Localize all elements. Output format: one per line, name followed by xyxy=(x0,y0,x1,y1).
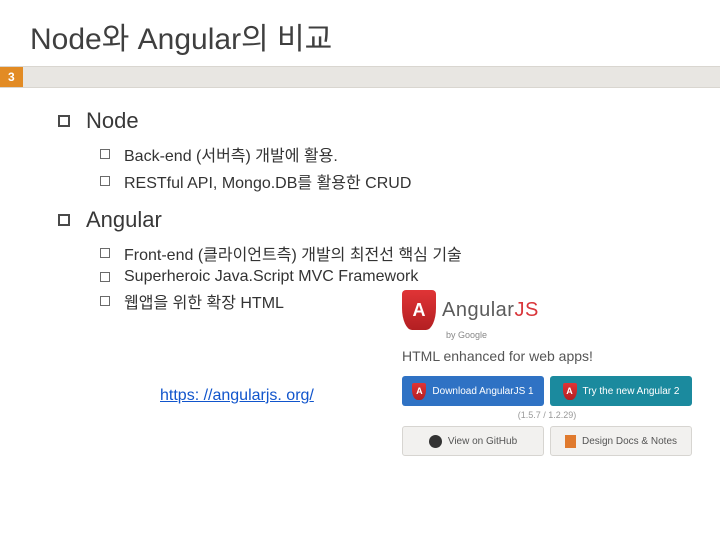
square-bullet-icon xyxy=(58,115,70,127)
promo-header: A AngularJS xyxy=(402,290,692,330)
view-on-github-button[interactable]: View on GitHub xyxy=(402,426,544,456)
tagline-text: HTML enhanced for web apps! xyxy=(402,348,692,364)
try-angular2-button[interactable]: A Try the new Angular 2 xyxy=(550,376,692,406)
angularjs-link[interactable]: https: //angularjs. org/ xyxy=(160,387,314,405)
section-heading-row: Node xyxy=(40,108,720,134)
download-version-text: (1.5.7 / 1.2.29) xyxy=(402,410,692,420)
download-angularjs1-button[interactable]: A Download AngularJS 1 xyxy=(402,376,544,406)
button-label: Design Docs & Notes xyxy=(582,436,677,447)
brand-suffix: JS xyxy=(514,299,538,321)
small-square-bullet-icon xyxy=(100,296,110,306)
document-icon xyxy=(565,435,576,448)
primary-button-row: A Download AngularJS 1 A Try the new Ang… xyxy=(402,376,692,406)
section-heading: Angular xyxy=(86,207,162,233)
list-item: Back-end (서버측) 개발에 활용. xyxy=(100,142,720,166)
design-docs-button[interactable]: Design Docs & Notes xyxy=(550,426,692,456)
page-number-badge: 3 xyxy=(0,67,23,87)
small-square-bullet-icon xyxy=(100,248,110,258)
list-item-text: RESTful API, Mongo.DB를 활용한 CRUD xyxy=(124,169,411,193)
section-heading-row: Angular xyxy=(40,207,720,233)
github-icon xyxy=(429,435,442,448)
slide: Node와 Angular의 비교 3 Node Back-end (서버측) … xyxy=(0,0,720,540)
button-label: Download AngularJS 1 xyxy=(432,386,533,397)
small-square-bullet-icon xyxy=(100,272,110,282)
list-item-text: Front-end (클라이언트측) 개발의 최전선 핵심 기술 xyxy=(124,241,462,265)
list-item: Superheroic Java.Script MVC Framework xyxy=(100,268,720,286)
list-item-text: Superheroic Java.Script MVC Framework xyxy=(124,268,418,286)
section-node: Node Back-end (서버측) 개발에 활용. RESTful API,… xyxy=(40,108,720,193)
list-item: RESTful API, Mongo.DB를 활용한 CRUD xyxy=(100,169,720,193)
section-heading: Node xyxy=(86,108,139,134)
by-google-text: by Google xyxy=(446,330,692,340)
brand-prefix: Angular xyxy=(442,299,514,321)
small-square-bullet-icon xyxy=(100,149,110,159)
list-item: Front-end (클라이언트측) 개발의 최전선 핵심 기술 xyxy=(100,241,720,265)
divider-bar: 3 xyxy=(0,66,720,88)
slide-title: Node와 Angular의 비교 xyxy=(0,0,720,66)
list-item-text: 웹앱을 위한 확장 HTML xyxy=(124,289,284,313)
list-item-text: Back-end (서버측) 개발에 활용. xyxy=(124,142,338,166)
brand-text: AngularJS xyxy=(442,299,539,322)
angular-shield-mini-icon: A xyxy=(563,383,577,400)
button-label: View on GitHub xyxy=(448,436,517,447)
button-label: Try the new Angular 2 xyxy=(583,386,680,397)
angular-shield-mini-icon: A xyxy=(412,383,426,400)
angularjs-promo-panel: A AngularJS by Google HTML enhanced for … xyxy=(402,290,692,464)
small-square-bullet-icon xyxy=(100,176,110,186)
angular-shield-icon: A xyxy=(402,290,436,330)
square-bullet-icon xyxy=(58,214,70,226)
secondary-button-row: View on GitHub Design Docs & Notes xyxy=(402,426,692,456)
